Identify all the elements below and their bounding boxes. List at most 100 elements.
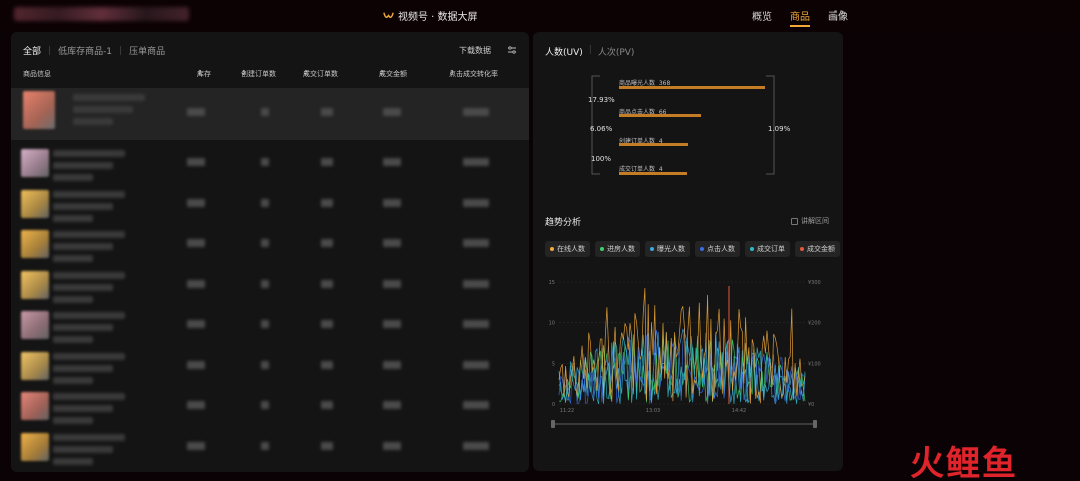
table-row[interactable] (11, 144, 529, 185)
product-name-blurred (53, 393, 125, 400)
zoom-handle-right[interactable] (813, 420, 817, 428)
col-created-orders[interactable]: 创建订单数 ⇕ (241, 69, 276, 78)
table-row[interactable] (11, 88, 529, 140)
fullscreen-icon[interactable] (834, 10, 843, 19)
nav-products[interactable]: 商品 (790, 8, 810, 27)
col-gmv[interactable]: 成交金额 ⇕ (379, 69, 407, 78)
product-name-blurred (53, 352, 125, 360)
tab-low-stock[interactable]: 低库存商品-1 (58, 44, 112, 57)
table-cell-blurred (321, 239, 333, 247)
product-name-blurred (53, 255, 93, 262)
table-cell-blurred (321, 279, 333, 288)
table-cell-blurred (321, 320, 333, 328)
product-thumbnail[interactable] (21, 189, 49, 218)
funnel-stage-2-bar (619, 114, 701, 117)
table-cell-blurred (463, 360, 489, 369)
table-cell-blurred (383, 360, 401, 369)
table-cell-blurred (321, 360, 333, 369)
product-name-blurred (53, 150, 125, 157)
legend-item[interactable]: 成交金额 (795, 241, 840, 257)
shop-name-blurred (14, 7, 189, 21)
brand-text: 视频号 · 数据大屏 (398, 12, 478, 23)
x-tick: 13:03 (646, 408, 660, 414)
table-cell-blurred (261, 320, 269, 328)
table-cell-blurred (321, 441, 333, 450)
y-right-tick: ¥300 (808, 280, 821, 286)
table-cell-blurred (463, 108, 489, 116)
product-name-blurred (73, 118, 113, 125)
trend-legend: 在线人数 进房人数 曝光人数 点击人数 成交订单 成交金额 (545, 241, 840, 257)
product-rows (11, 88, 529, 468)
table-row[interactable] (11, 387, 529, 428)
product-name-blurred (53, 457, 93, 465)
table-cell-blurred (383, 441, 401, 450)
legend-item[interactable]: 曝光人数 (645, 241, 690, 257)
legend-item[interactable]: 进房人数 (595, 241, 640, 257)
product-name-blurred (53, 202, 113, 210)
col-paid-orders[interactable]: 成交订单数 ⇕ (303, 69, 338, 78)
product-thumbnail[interactable] (21, 432, 49, 461)
product-thumbnail[interactable] (21, 149, 49, 177)
table-cell-blurred (261, 401, 269, 409)
table-cell-blurred (187, 279, 205, 288)
table-cell-blurred (383, 108, 401, 116)
table-row[interactable] (11, 306, 529, 347)
funnel-frame (591, 75, 775, 175)
tab-pv[interactable]: 人次(PV) (598, 45, 635, 58)
table-row[interactable] (11, 266, 529, 307)
watermark-logo: 火鲤鱼 (910, 444, 1018, 481)
legend-item[interactable]: 在线人数 (545, 241, 590, 257)
table-cell-blurred (261, 158, 269, 166)
download-button[interactable]: 下载数据 (459, 45, 491, 56)
top-bar: 视频号 · 数据大屏 概览 商品 画像 (0, 0, 1080, 30)
product-thumbnail[interactable] (21, 351, 49, 380)
product-name-blurred (53, 243, 113, 250)
table-cell-blurred (187, 401, 205, 409)
legend-item[interactable]: 点击人数 (695, 241, 740, 257)
legend-item[interactable]: 成交订单 (745, 241, 790, 257)
table-cell-blurred (463, 239, 489, 247)
column-settings-icon[interactable] (507, 45, 517, 55)
nav-overview[interactable]: 概览 (752, 8, 772, 27)
col-stock[interactable]: 库存 ⇕ (197, 69, 211, 78)
product-name-blurred (73, 94, 145, 101)
table-cell-blurred (383, 158, 401, 166)
tab-backlog[interactable]: 压单商品 (129, 44, 165, 57)
table-row[interactable] (11, 347, 529, 388)
product-thumbnail[interactable] (21, 392, 49, 420)
table-cell-blurred (187, 320, 205, 328)
table-cell-blurred (383, 320, 401, 328)
table-cell-blurred (261, 441, 269, 450)
table-cell-blurred (261, 279, 269, 288)
tab-uv[interactable]: 人数(UV) (545, 45, 583, 58)
rate-overall: 1.09% (768, 125, 791, 133)
metric-tabs: 人数(UV) | 人次(PV) (545, 45, 635, 58)
table-cell-blurred (321, 198, 333, 207)
zoom-handle-left[interactable] (551, 420, 555, 428)
table-row[interactable] (11, 185, 529, 226)
product-thumbnail[interactable] (23, 91, 55, 129)
x-tick: 14:42 (732, 408, 746, 414)
product-name-blurred (53, 283, 113, 291)
product-name-blurred (53, 312, 125, 319)
col-product-info: 商品信息 (23, 70, 51, 78)
product-thumbnail[interactable] (21, 311, 49, 339)
table-row[interactable] (11, 428, 529, 469)
product-name-blurred (53, 190, 125, 198)
table-cell-blurred (261, 198, 269, 207)
table-row[interactable] (11, 225, 529, 266)
trend-chart: 15 ¥300 10 ¥200 5 ¥100 0 ¥0 11:22 13:03 14:42 (549, 280, 821, 428)
y-left-tick: 0 (552, 402, 555, 408)
trend-series-line (558, 327, 806, 405)
tab-all[interactable]: 全部 (23, 44, 41, 57)
table-cell-blurred (187, 239, 205, 247)
product-thumbnail[interactable] (21, 270, 49, 299)
table-cell-blurred (383, 279, 401, 288)
table-cell-blurred (187, 158, 205, 166)
checkbox-icon[interactable] (791, 217, 798, 225)
detail-range-toggle[interactable]: 讲解区间 (791, 216, 829, 226)
table-cell-blurred (187, 198, 205, 207)
product-thumbnail[interactable] (21, 230, 49, 258)
col-click-conversion[interactable]: 点击成交转化率 ⇕ (449, 69, 498, 78)
table-cell-blurred (187, 441, 205, 450)
